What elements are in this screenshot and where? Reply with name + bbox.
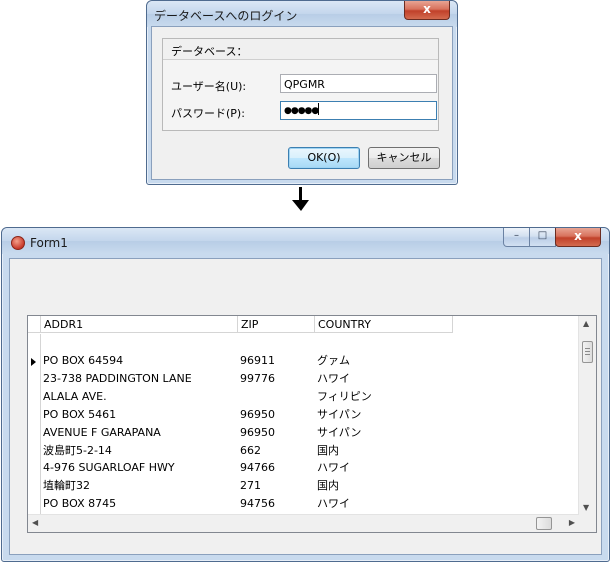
form1-close-button[interactable]: x [555, 228, 601, 247]
down-arrow-icon [292, 200, 309, 211]
login-dialog: データベースへのログイン x データベース： ユーザー名(U): QPGMR パ… [146, 0, 458, 185]
login-groupbox: データベース： ユーザー名(U): QPGMR パスワード(P): ●●●●● [162, 38, 439, 131]
horizontal-scrollbar[interactable]: ◀ ▶ [28, 514, 579, 532]
table-row[interactable]: PO BOX 64594 96911 グァム [41, 353, 579, 369]
cell-country[interactable]: 国内 [317, 443, 339, 459]
cell-country[interactable]: サイパン [317, 407, 361, 423]
cell-addr1[interactable]: 23-738 PADDINGTON LANE [43, 371, 192, 387]
cell-addr1[interactable]: 波島町5-2-14 [43, 443, 112, 459]
cell-addr1[interactable]: 4-976 SUGARLOAF HWY [43, 460, 175, 476]
scroll-left-icon[interactable]: ◀ [32, 518, 38, 527]
cell-addr1[interactable]: PO BOX 64594 [43, 353, 123, 369]
cell-addr1[interactable]: PO BOX 8745 [43, 496, 116, 512]
scroll-right-icon[interactable]: ▶ [569, 518, 575, 527]
table-row[interactable]: PO BOX 5461 96950 サイパン [41, 407, 579, 423]
cell-addr1[interactable]: 埴輪町32 [43, 478, 90, 494]
cell-zip[interactable]: 99776 [240, 371, 275, 387]
cell-zip[interactable]: 662 [240, 443, 261, 459]
cell-zip[interactable]: 96911 [240, 353, 275, 369]
cell-country[interactable]: ハワイ [317, 371, 350, 387]
column-header-zip[interactable]: ZIP [238, 316, 315, 333]
username-value: QPGMR [284, 78, 325, 91]
app-icon [11, 236, 25, 250]
cell-zip[interactable]: 94766 [240, 460, 275, 476]
cell-country[interactable]: ハワイ [317, 496, 350, 512]
cell-country[interactable]: ハワイ [317, 460, 350, 476]
username-field[interactable]: QPGMR [280, 74, 437, 93]
grid-corner-header [28, 316, 41, 333]
table-row[interactable]: 波島町5-2-14 662 国内 [41, 443, 579, 459]
cell-zip[interactable]: 271 [240, 478, 261, 494]
maximize-button[interactable]: □ [529, 228, 556, 247]
login-dialog-title: データベースへのログイン [154, 9, 298, 23]
table-row[interactable]: 4-976 SUGARLOAF HWY 94766 ハワイ [41, 460, 579, 476]
database-label: データベース： [171, 45, 248, 58]
current-row-indicator-icon [31, 358, 36, 366]
cell-zip[interactable]: 94756 [240, 496, 275, 512]
table-row[interactable]: ALALA AVE. フィリピン [41, 389, 579, 405]
vertical-scroll-thumb[interactable] [582, 341, 593, 363]
column-header-addr1[interactable]: ADDR1 [41, 316, 238, 333]
scrollbar-corner [579, 515, 596, 532]
minimize-button[interactable]: – [503, 228, 530, 247]
text-caret [318, 103, 320, 115]
data-grid[interactable]: ADDR1 ZIP COUNTRY PO BOX 64594 96911 グァム 23… [27, 315, 597, 533]
cell-country[interactable]: グァム [317, 353, 350, 369]
table-row[interactable]: AVENUE F GARAPANA 96950 サイパン [41, 425, 579, 441]
cell-country[interactable]: フィリピン [317, 389, 372, 405]
password-label: パスワード(P): [171, 107, 245, 120]
form1-client-area: ADDR1 ZIP COUNTRY PO BOX 64594 96911 グァム 23… [9, 258, 602, 555]
table-row[interactable]: 埴輪町32 271 国内 [41, 478, 579, 494]
cell-addr1[interactable]: ALALA AVE. [43, 389, 107, 405]
flow-arrow-shaft [299, 187, 302, 201]
password-field[interactable]: ●●●●● [280, 101, 437, 120]
scroll-down-icon[interactable]: ▼ [583, 503, 589, 512]
form1-title: Form1 [30, 236, 68, 250]
username-label: ユーザー名(U): [171, 80, 247, 93]
thumb-grip [585, 351, 590, 352]
table-row[interactable]: 23-738 PADDINGTON LANE 99776 ハワイ [41, 371, 579, 387]
vertical-scrollbar[interactable]: ▲ ▼ [578, 316, 596, 515]
password-value: ●●●●● [284, 106, 319, 116]
scroll-up-icon[interactable]: ▲ [583, 319, 589, 328]
column-header-country[interactable]: COUNTRY [315, 316, 453, 333]
thumb-grip [585, 348, 590, 349]
cell-addr1[interactable]: PO BOX 5461 [43, 407, 116, 423]
cell-addr1[interactable]: AVENUE F GARAPANA [43, 425, 161, 441]
thumb-grip [585, 354, 590, 355]
ok-button[interactable]: OK(O) [288, 147, 360, 169]
table-row[interactable]: PO BOX 8745 94756 ハワイ [41, 496, 579, 512]
database-header: データベース： [163, 39, 438, 60]
cell-zip[interactable]: 96950 [240, 407, 275, 423]
cell-country[interactable]: 国内 [317, 478, 339, 494]
cancel-button[interactable]: キャンセル [368, 147, 440, 169]
cell-country[interactable]: サイパン [317, 425, 361, 441]
login-close-button[interactable]: x [404, 1, 450, 20]
horizontal-scroll-thumb[interactable] [536, 517, 552, 530]
login-client-area: データベース： ユーザー名(U): QPGMR パスワード(P): ●●●●● … [151, 26, 453, 180]
cell-zip[interactable]: 96950 [240, 425, 275, 441]
form1-window: Form1 – □ x ADDR1 ZIP COUNTRY PO BOX 645… [1, 227, 610, 562]
